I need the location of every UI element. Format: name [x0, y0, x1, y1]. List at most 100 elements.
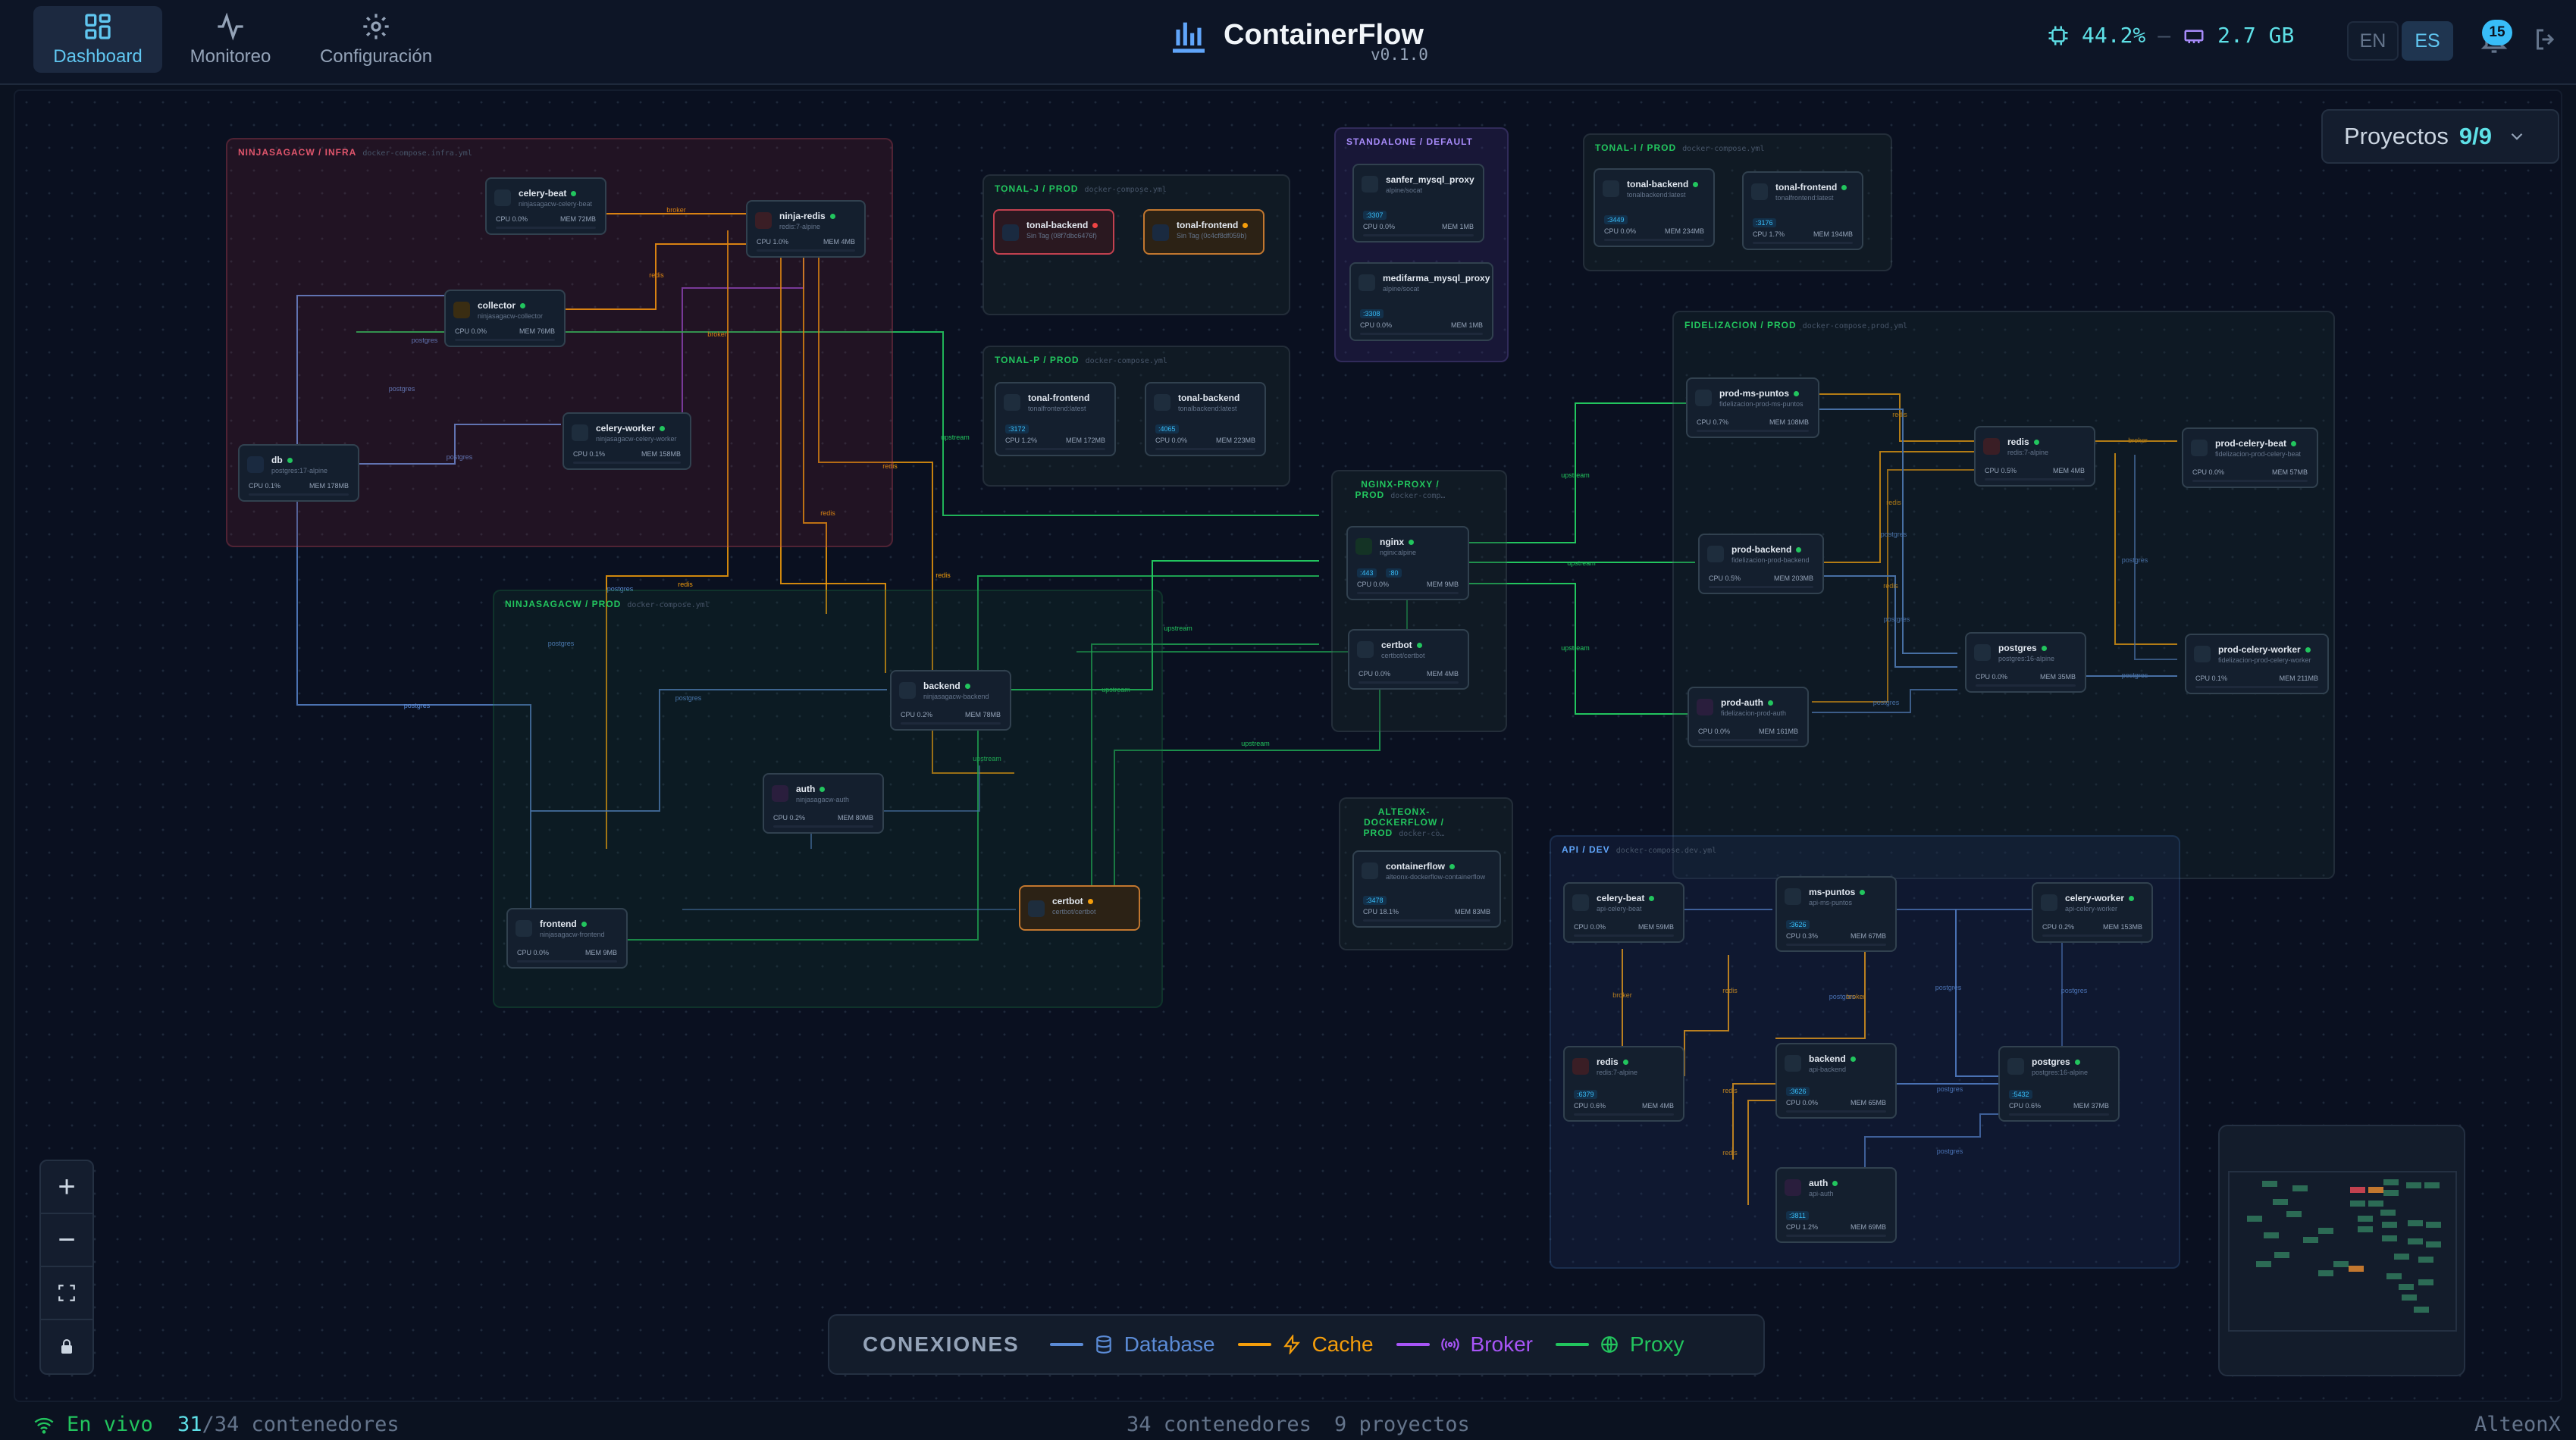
group-title: NINJASAGACW / PROD docker-compose.yml	[505, 599, 710, 609]
footer-brand: AlteonX	[2474, 1413, 2561, 1436]
group-title: NINJASAGACW / INFRA docker-compose.infra.…	[238, 147, 472, 158]
edge-label: redis	[678, 581, 693, 588]
container-node[interactable]: prod-backend fidelizacion-prod-backend CPU…	[1698, 534, 1824, 594]
container-node[interactable]: frontend ninjasagacw-frontend CPU 0.0% MEM …	[506, 908, 628, 969]
container-node[interactable]: redis redis:7-alpine:6379 CPU 0.6% MEM 4MB	[1563, 1046, 1684, 1122]
container-node[interactable]: db postgres:17-alpine CPU 0.1% MEM 178MB	[238, 444, 359, 502]
key-icon	[772, 785, 788, 802]
container-node[interactable]: tonal-frontend Sin Tag (0c4cf8df059b)	[1143, 209, 1264, 255]
monitor-icon	[1751, 183, 1768, 200]
monitor-icon	[1004, 394, 1020, 411]
container-node[interactable]: backend api-backend:3626 CPU 0.0% MEM 65MB	[1775, 1043, 1897, 1119]
globe-icon	[1601, 1336, 1618, 1353]
zoom-in-button[interactable]: +	[41, 1161, 92, 1214]
chevron-down-icon	[2511, 133, 2523, 140]
container-node[interactable]: celery-beat api-celery-beat CPU 0.0% MEM 59…	[1563, 882, 1684, 943]
database-icon	[2007, 1058, 2024, 1075]
fit-view-icon	[58, 1285, 75, 1301]
container-node[interactable]: medifarma_mysql_proxy alpine/socat:3308 CP…	[1349, 262, 1493, 341]
tab-configuracion-label: Configuración	[319, 46, 433, 67]
container-node[interactable]: tonal-backend Sin Tag (08f7dbc6476f)	[993, 209, 1114, 255]
container-node[interactable]: auth ninjasagacw-auth CPU 0.2% MEM 80MB	[763, 773, 884, 834]
container-node[interactable]: celery-worker api-celery-worker CPU 0.2% ME…	[2032, 882, 2153, 943]
plus-icon: +	[58, 1169, 76, 1204]
project-group[interactable]: NGINX-PROXY / PROD docker-comp…	[1331, 470, 1507, 732]
container-node[interactable]: certbot certbot/certbot CPU 0.0% MEM 4MB	[1348, 629, 1469, 690]
tab-dashboard[interactable]: Dashboard	[33, 6, 162, 73]
lang-en-button[interactable]: EN	[2347, 21, 2399, 61]
connections-legend: CONEXIONES Database Cache Broker Proxy	[828, 1314, 1765, 1375]
tab-dashboard-label: Dashboard	[53, 46, 143, 67]
container-node[interactable]: certbot certbot/certbot	[1019, 885, 1140, 931]
container-node[interactable]: redis redis:7-alpine CPU 0.5% MEM 4MB	[1974, 426, 2095, 487]
container-node[interactable]: tonal-frontend tonalfrontend:latest:3172 C…	[995, 382, 1116, 456]
projects-count: 9/9	[2458, 123, 2492, 149]
server-icon	[899, 682, 916, 699]
edge-label: postgres	[404, 702, 431, 709]
fit-view-button[interactable]	[41, 1267, 92, 1320]
redis-icon	[1983, 438, 2000, 455]
container-node[interactable]: auth api-auth:3811 CPU 1.2% MEM 69MB	[1775, 1167, 1897, 1243]
app-version: v0.1.0	[1371, 45, 1428, 64]
container-node[interactable]: celery-worker ninjasagacw-celery-worker CP…	[563, 412, 691, 470]
group-title: FIDELIZACION / PROD docker-compose.prod.y…	[1684, 320, 1908, 330]
projects-dropdown[interactable]: Proyectos 9/9	[2321, 109, 2559, 164]
lock-icon	[1357, 641, 1374, 658]
nginx-icon	[1355, 538, 1372, 555]
legend-item-proxy: Proxy	[1555, 1332, 1684, 1357]
worker-icon	[1572, 894, 1589, 911]
container-node[interactable]: postgres postgres:16-alpine:5432 CPU 0.6% M…	[1998, 1046, 2120, 1122]
container-node[interactable]: prod-celery-worker fidelizacion-prod-cele…	[2185, 634, 2329, 694]
key-icon	[1785, 1179, 1801, 1196]
container-node[interactable]: sanfer_mysql_proxy alpine/socat:3307 CPU 0…	[1352, 164, 1484, 243]
container-node[interactable]: backend ninjasagacw-backend CPU 0.2% MEM 78…	[890, 670, 1011, 731]
edge-label: upstream	[1561, 644, 1590, 652]
worker-icon	[572, 424, 588, 441]
container-node[interactable]: tonal-backend tonalbackend:latest:3449 CPU…	[1594, 168, 1715, 247]
container-node[interactable]: celery-beat ninjasagacw-celery-beat CPU 0.…	[485, 177, 606, 235]
server-icon	[1707, 546, 1724, 562]
minimap[interactable]	[2218, 1125, 2465, 1376]
container-node[interactable]: postgres postgres:16-alpine CPU 0.0% MEM 35…	[1965, 632, 2086, 693]
redis-icon	[1572, 1058, 1589, 1075]
container-node[interactable]: containerflow alteonx-dockerflow-containe…	[1352, 850, 1501, 928]
lock-button[interactable]	[41, 1320, 92, 1373]
group-title: API / DEV docker-compose.dev.yml	[1562, 844, 1717, 855]
edge-label: upstream	[1561, 471, 1590, 479]
status-bar: En vivo 31/34 contenedores 34 contenedor…	[0, 1407, 2576, 1440]
group-title: TONAL-I / PROD docker-compose.yml	[1595, 142, 1765, 153]
activity-icon	[218, 12, 243, 41]
container-node[interactable]: prod-ms-puntos fidelizacion-prod-ms-punto…	[1686, 377, 1819, 438]
gear-icon	[363, 14, 389, 39]
lang-es-button[interactable]: ES	[2402, 21, 2453, 61]
container-node[interactable]: prod-auth fidelizacion-prod-auth CPU 0.0% M…	[1688, 687, 1809, 747]
container-node[interactable]: tonal-frontend tonalfrontend:latest:3176 C…	[1742, 171, 1863, 250]
container-node[interactable]: tonal-backend tonalbackend:latest:4065 CPU…	[1145, 382, 1266, 456]
zoom-out-button[interactable]: −	[41, 1214, 92, 1267]
bolt-icon	[1283, 1335, 1300, 1354]
zoom-controls: + −	[39, 1160, 94, 1375]
tab-configuracion[interactable]: Configuración	[311, 6, 441, 73]
worker-icon	[2191, 440, 2208, 456]
database-icon	[1974, 644, 1991, 661]
proxy-icon	[1362, 176, 1378, 193]
grid-icon	[85, 14, 111, 39]
minus-icon: −	[58, 1222, 76, 1257]
live-label: En vivo	[67, 1413, 153, 1436]
container-node[interactable]: ninja-redis redis:7-alpine CPU 1.0% MEM 4MB	[746, 200, 866, 258]
flow-canvas[interactable]: broker redis broker postgres postgres po…	[14, 89, 2562, 1402]
running-containers: 31/34 contenedores	[177, 1413, 400, 1436]
tab-monitoreo[interactable]: Monitoreo	[179, 6, 282, 73]
container-node[interactable]: collector ninjasagacw-collector CPU 0.0% ME…	[444, 290, 566, 347]
group-title: ALTEONX-DOCKERFLOW / PROD docker-co…	[1363, 806, 1445, 838]
container-node[interactable]: prod-celery-beat fidelizacion-prod-celery…	[2182, 427, 2318, 488]
server-icon	[1785, 1055, 1801, 1072]
logout-icon[interactable]	[2532, 26, 2559, 53]
database-icon	[1095, 1335, 1111, 1354]
group-title: TONAL-J / PROD docker-compose.yml	[995, 183, 1167, 194]
container-count: 34 contenedores	[1127, 1413, 1312, 1436]
container-node[interactable]: nginx nginx:alpine:443:80 CPU 0.0% MEM 9MB	[1346, 526, 1469, 600]
group-title: NGINX-PROXY / PROD docker-comp…	[1355, 479, 1446, 500]
container-node[interactable]: ms-puntos api-ms-puntos:3626 CPU 0.3% MEM 6…	[1775, 876, 1897, 952]
edge-label: upstream	[1567, 559, 1596, 567]
